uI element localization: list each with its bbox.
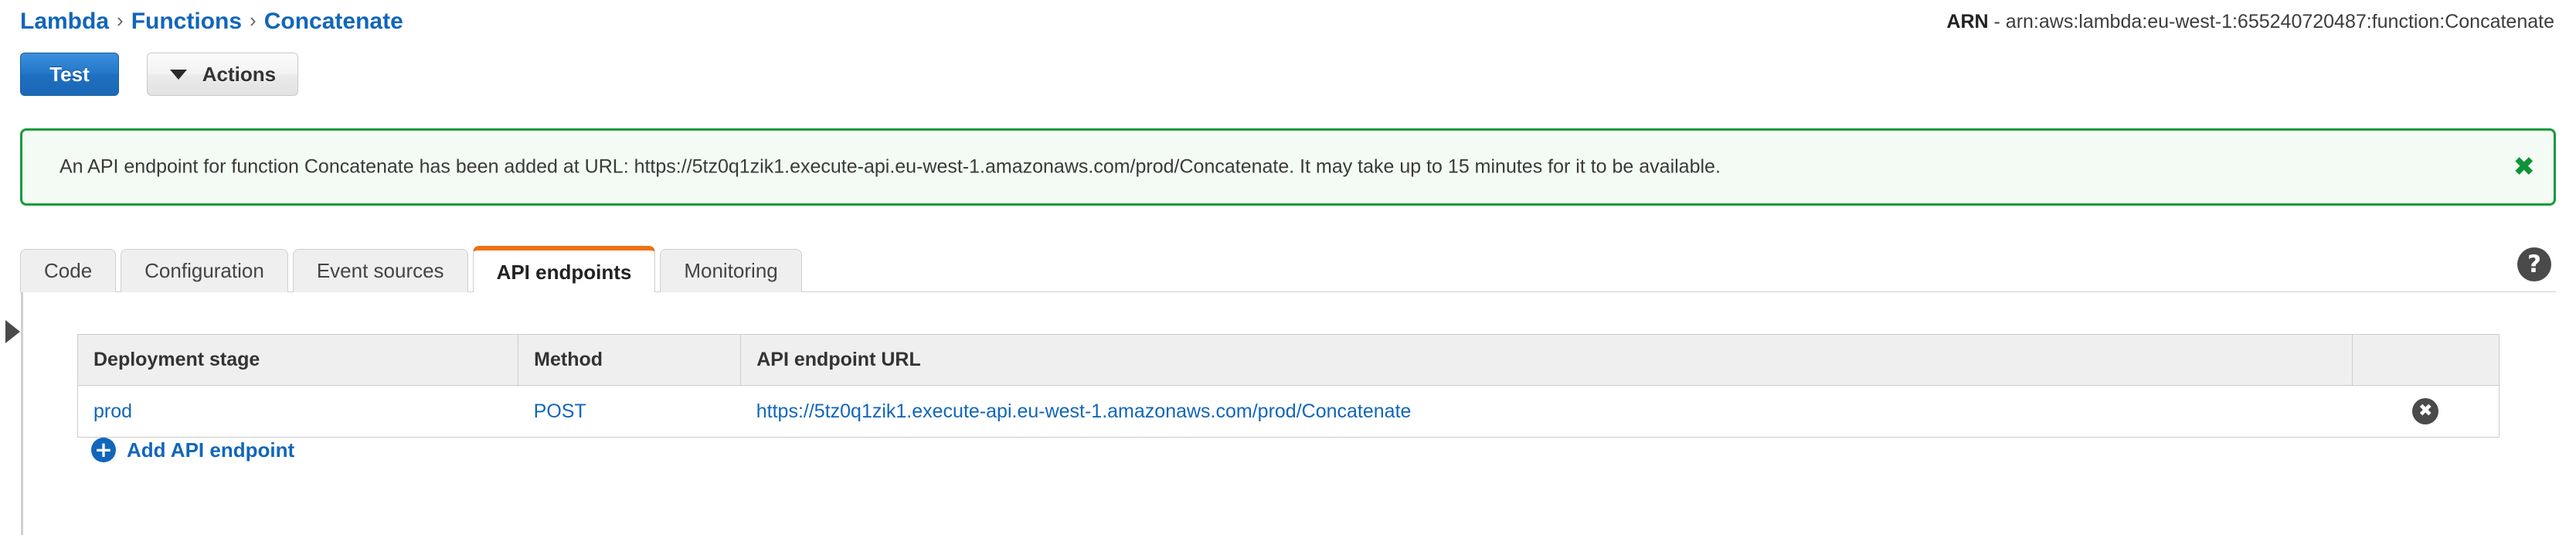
cell-delete-action: ✖ <box>2352 385 2500 438</box>
column-header-method: Method <box>518 334 742 386</box>
breadcrumb-separator: › <box>250 9 257 32</box>
alert-message: An API endpoint for function Concatenate… <box>59 155 1721 178</box>
deployment-stage-link[interactable]: prod <box>93 400 132 422</box>
table-header: Deployment stage Method API endpoint URL <box>77 334 2500 386</box>
column-header-actions <box>2352 334 2500 386</box>
api-endpoints-panel: Deployment stage Method API endpoint URL… <box>23 292 2576 535</box>
method-link[interactable]: POST <box>534 400 586 422</box>
tab-monitoring[interactable]: Monitoring <box>660 249 802 292</box>
sidebar-collapsed-rail <box>0 292 23 535</box>
tab-list: Code Configuration Event sources API end… <box>20 246 802 292</box>
breadcrumb-item-concatenate[interactable]: Concatenate <box>264 9 403 34</box>
add-api-endpoint-label: Add API endpoint <box>127 438 295 462</box>
success-alert-banner: An API endpoint for function Concatenate… <box>20 128 2556 206</box>
breadcrumb-item-functions[interactable]: Functions <box>131 9 242 34</box>
column-header-deployment-stage: Deployment stage <box>77 334 519 386</box>
table-header-row: Deployment stage Method API endpoint URL <box>77 334 2500 386</box>
help-icon[interactable]: ? <box>2517 247 2551 281</box>
api-endpoint-url-link[interactable]: https://5tz0q1zik1.execute-api.eu-west-1… <box>756 400 1412 422</box>
breadcrumb-item-lambda[interactable]: Lambda <box>20 9 109 34</box>
page-header: Lambda › Functions › Concatenate ARN - arn:a… <box>0 0 2576 48</box>
plus-circle-icon: + <box>91 438 116 462</box>
table-row: prod POST https://5tz0q1zik1.execute-api… <box>77 385 2500 438</box>
api-endpoints-table: Deployment stage Method API endpoint URL… <box>77 334 2500 438</box>
arn-display: ARN - arn:aws:lambda:eu-west-1:655240720… <box>1946 11 2554 33</box>
table-body: prod POST https://5tz0q1zik1.execute-api… <box>77 385 2500 438</box>
tab-api-endpoints[interactable]: API endpoints <box>472 246 656 292</box>
arn-value: - arn:aws:lambda:eu-west-1:655240720487:… <box>1993 11 2554 32</box>
test-button[interactable]: Test <box>20 53 119 96</box>
tab-configuration[interactable]: Configuration <box>121 249 288 292</box>
chevron-down-icon <box>169 69 187 80</box>
delete-icon[interactable]: ✖ <box>2412 398 2439 424</box>
tab-event-sources[interactable]: Event sources <box>292 249 468 292</box>
tab-bar: Code Configuration Event sources API end… <box>20 244 2556 292</box>
actions-dropdown-label: Actions <box>202 62 277 86</box>
actions-dropdown-button[interactable]: Actions <box>147 53 299 96</box>
breadcrumb-separator: › <box>117 9 124 32</box>
column-header-api-endpoint-url: API endpoint URL <box>740 334 2353 386</box>
cell-deployment-stage: prod <box>77 385 518 438</box>
cell-method: POST <box>518 385 741 438</box>
cell-api-endpoint-url: https://5tz0q1zik1.execute-api.eu-west-1… <box>740 385 2353 438</box>
triangle-right-icon[interactable] <box>5 320 20 343</box>
close-icon[interactable]: ✖ <box>2513 154 2536 180</box>
tab-code[interactable]: Code <box>20 249 117 292</box>
arn-label: ARN <box>1946 11 1989 32</box>
add-api-endpoint-button[interactable]: + Add API endpoint <box>91 438 294 462</box>
action-toolbar: Test Actions <box>20 53 299 101</box>
breadcrumb: Lambda › Functions › Concatenate <box>20 9 403 35</box>
